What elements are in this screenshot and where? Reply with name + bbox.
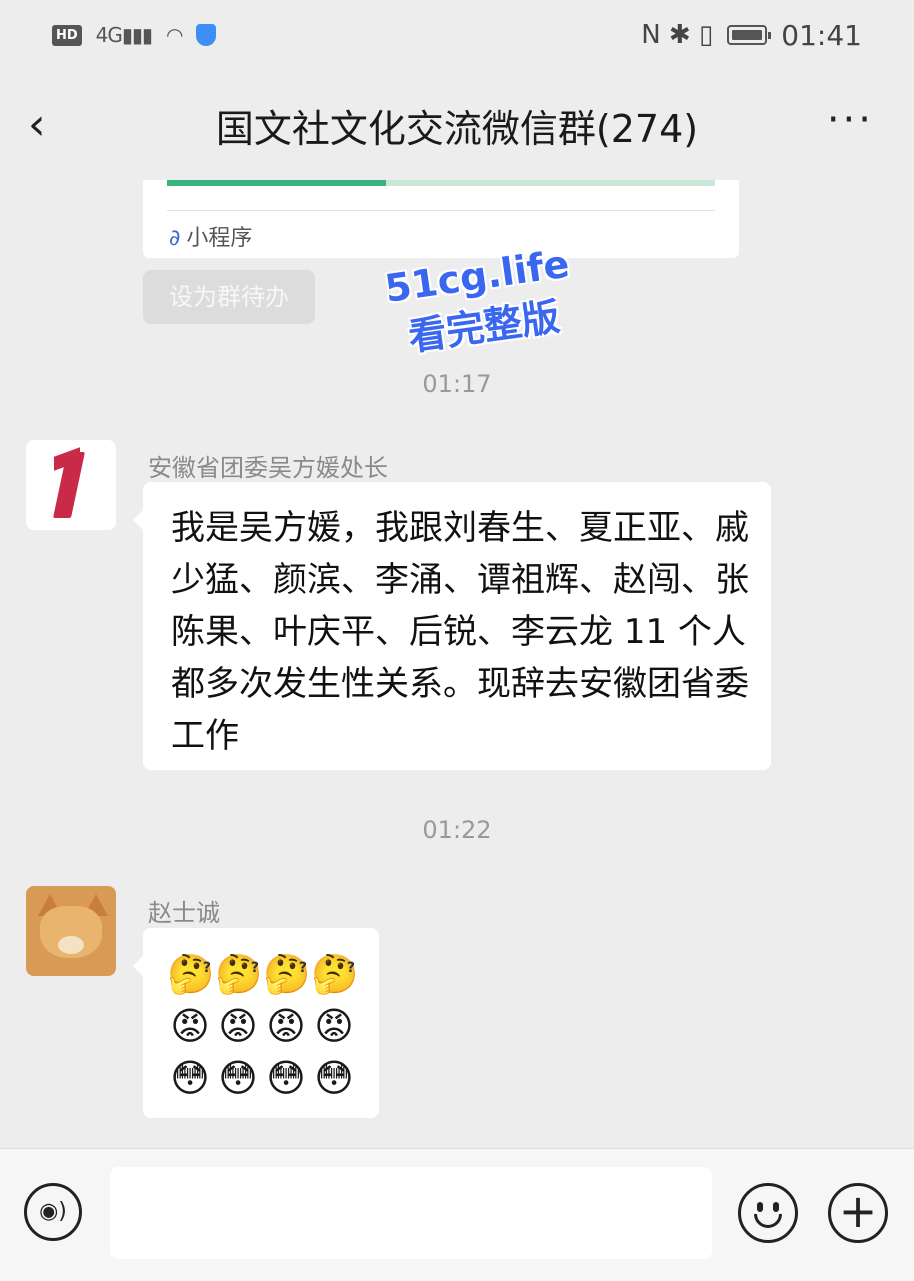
signal-icon: 4G▮▮▮ — [95, 23, 153, 47]
flushed-emoji: 😳 — [170, 1056, 210, 1100]
progress-bar — [167, 180, 715, 186]
divider — [167, 210, 715, 211]
message-bubble[interactable]: 🤔? 🤔? 🤔? 🤔? 😡 😡 😡 😡 😳 😳 😳 😳 — [133, 928, 379, 1118]
avatar[interactable] — [26, 886, 116, 976]
thinking-emoji: 🤔? — [215, 952, 263, 996]
chat-header: ‹ 国文社文化交流微信群(274) ··· — [0, 70, 914, 180]
message-timestamp: 01:17 — [422, 370, 492, 398]
sender-name: 安徽省团委吴方媛处长 — [148, 454, 388, 482]
message-text: 我是吴方媛，我跟刘春生、夏正亚、戚少猛、颜滨、李涌、谭祖辉、赵闯、张陈果、叶庆平… — [171, 508, 749, 756]
sender-name: 赵士诚 — [148, 899, 220, 927]
message-input[interactable] — [110, 1167, 712, 1259]
flushed-emoji: 😳 — [266, 1056, 306, 1100]
thinking-emoji: 🤔? — [311, 952, 359, 996]
flushed-emoji: 😳 — [218, 1056, 258, 1100]
set-group-todo-button[interactable]: 设为群待办 — [143, 270, 315, 324]
hd-badge: HD — [52, 24, 82, 46]
status-time: 01:41 — [781, 18, 862, 52]
angry-emoji: 😡 — [170, 1004, 210, 1048]
status-left: HD 4G▮▮▮ ◠ — [52, 23, 217, 47]
message-timestamp: 01:22 — [422, 816, 492, 844]
battery-icon — [727, 25, 772, 45]
chat-title: 国文社文化交流微信群(274) — [215, 106, 699, 151]
status-right: N ✱ ▯ 01:41 — [641, 19, 862, 52]
voice-icon[interactable]: ◉) — [24, 1183, 82, 1241]
emoji-face-icon[interactable] — [738, 1183, 798, 1243]
mini-program-label: ∂ 小程序 — [169, 220, 252, 252]
plus-icon[interactable]: + — [828, 1183, 888, 1243]
shield-icon — [196, 24, 217, 46]
link-icon: ∂ — [169, 226, 181, 251]
thinking-emoji: 🤔? — [167, 952, 215, 996]
mini-program-card[interactable]: ∂ 小程序 — [143, 180, 739, 258]
network-type: 4G — [95, 23, 123, 47]
flushed-emoji: 😳 — [314, 1056, 354, 1100]
input-bar: ◉) + — [0, 1148, 914, 1281]
watermark: 51cg.life 看完整版 — [382, 242, 579, 364]
angry-emoji: 😡 — [266, 1004, 306, 1048]
message-bubble[interactable]: 我是吴方媛，我跟刘春生、夏正亚、戚少猛、颜滨、李涌、谭祖辉、赵闯、张陈果、叶庆平… — [133, 482, 771, 770]
emoji-grid: 🤔? 🤔? 🤔? 🤔? 😡 😡 😡 😡 😳 😳 😳 😳 — [167, 950, 359, 1102]
avatar[interactable] — [26, 440, 116, 530]
angry-emoji: 😡 — [314, 1004, 354, 1048]
wifi-icon: ◠ — [165, 23, 183, 47]
thinking-emoji: 🤔? — [263, 952, 311, 996]
mini-program-text: 小程序 — [186, 226, 253, 251]
back-icon[interactable]: ‹ — [28, 100, 68, 150]
more-options-icon[interactable]: ··· — [827, 100, 874, 140]
system-icons: N ✱ ▯ — [641, 20, 714, 50]
angry-emoji: 😡 — [218, 1004, 258, 1048]
status-bar: HD 4G▮▮▮ ◠ N ✱ ▯ 01:41 — [0, 0, 914, 70]
